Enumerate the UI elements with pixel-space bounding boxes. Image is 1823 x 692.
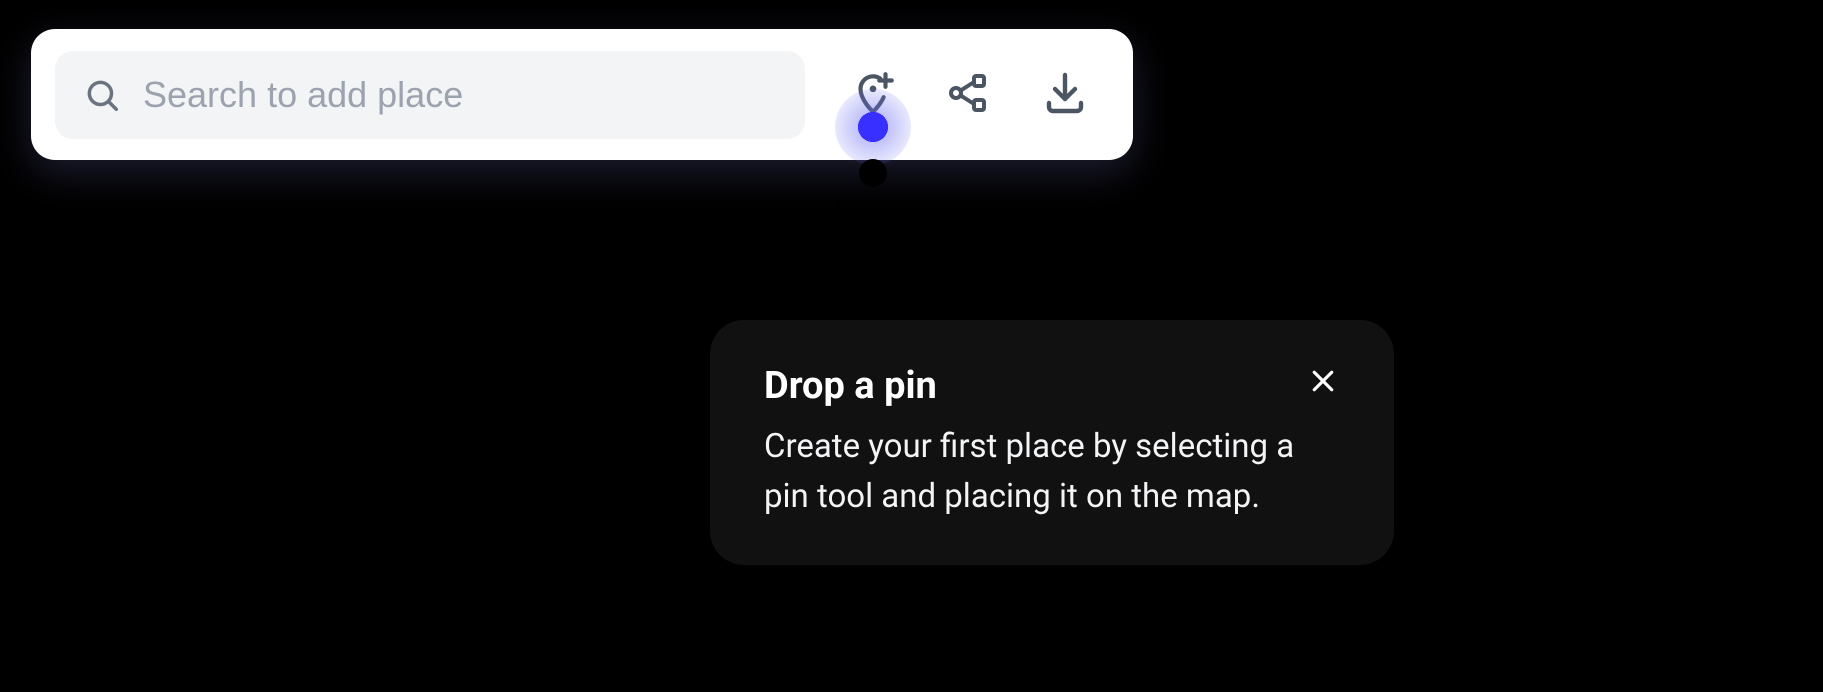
tooltip-header: Drop a pin [764,364,1340,408]
toolbar-actions [817,51,1109,139]
tooltip-body: Create your first place by selecting a p… [764,422,1340,521]
add-pin-button[interactable] [829,51,917,139]
share-button[interactable] [925,51,1013,139]
search-icon [83,76,121,114]
tooltip-close-button[interactable] [1306,364,1340,402]
share-icon [945,69,993,121]
tooltip-connector-line [837,198,840,322]
add-pin-icon [848,68,898,122]
pin-connector-dot [859,159,887,187]
toolbar [31,29,1133,160]
onboarding-tooltip: Drop a pin Create your first place by se… [710,320,1394,565]
tooltip-title: Drop a pin [764,364,937,408]
search-input[interactable] [143,74,777,116]
close-icon [1308,381,1338,400]
search-container[interactable] [55,51,805,139]
download-button[interactable] [1021,51,1109,139]
download-icon [1041,69,1089,121]
